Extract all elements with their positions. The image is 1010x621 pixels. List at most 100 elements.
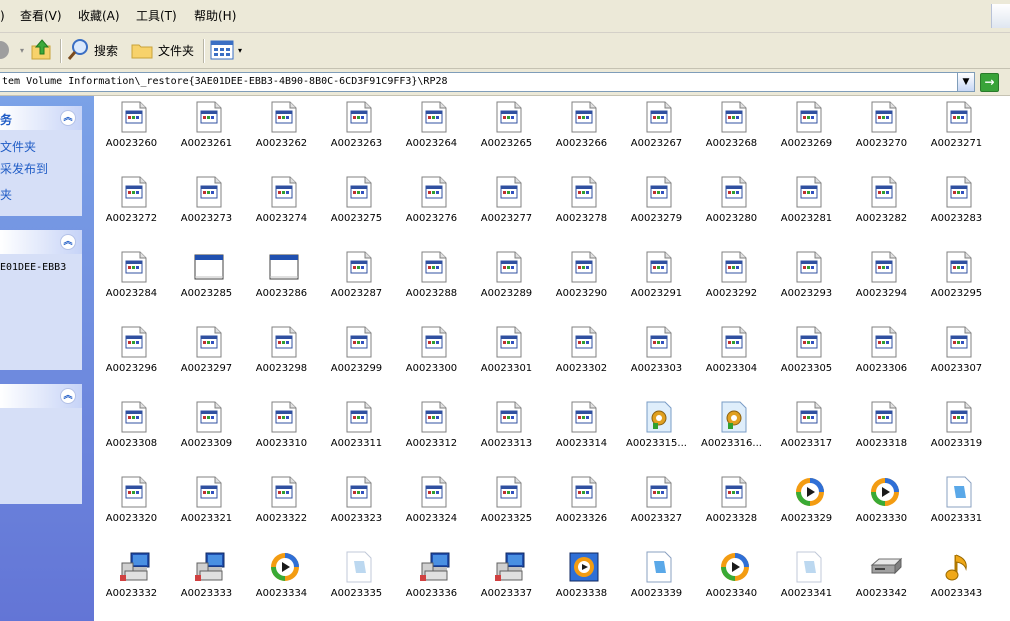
forward-button[interactable]: ▾ <box>0 37 24 63</box>
file-item[interactable]: A0023329 <box>769 474 844 534</box>
task-link[interactable]: 文件夹 <box>0 138 36 155</box>
file-item[interactable]: A0023336 <box>394 549 469 609</box>
file-item[interactable]: A0023264 <box>394 99 469 159</box>
collapse-chevron-icon[interactable]: ︽ <box>60 110 76 126</box>
file-item[interactable]: A0023283 <box>919 174 994 234</box>
file-item[interactable]: A0023338 <box>544 549 619 609</box>
file-item[interactable]: A0023335 <box>319 549 394 609</box>
menu-view[interactable]: 查看(V) <box>20 9 62 23</box>
file-item[interactable]: A0023291 <box>619 249 694 309</box>
file-item[interactable]: A0023340 <box>694 549 769 609</box>
file-item[interactable]: A0023339 <box>619 549 694 609</box>
file-item[interactable]: A0023325 <box>469 474 544 534</box>
file-item[interactable]: A0023279 <box>619 174 694 234</box>
file-item[interactable]: A0023280 <box>694 174 769 234</box>
file-item[interactable]: A0023293 <box>769 249 844 309</box>
file-item[interactable]: A0023288 <box>394 249 469 309</box>
file-item[interactable]: A0023303 <box>619 324 694 384</box>
file-item[interactable]: A0023278 <box>544 174 619 234</box>
file-item[interactable]: A0023275 <box>319 174 394 234</box>
file-item[interactable]: A0023302 <box>544 324 619 384</box>
file-item[interactable]: A0023301 <box>469 324 544 384</box>
file-item[interactable]: A0023289 <box>469 249 544 309</box>
file-item[interactable]: A0023316... <box>694 399 769 459</box>
panel-header[interactable]: ︽ <box>0 384 82 408</box>
file-item[interactable]: A0023265 <box>469 99 544 159</box>
file-item[interactable]: A0023314 <box>544 399 619 459</box>
file-item[interactable]: A0023319 <box>919 399 994 459</box>
search-button[interactable]: 搜索 <box>66 37 118 63</box>
file-item[interactable]: A0023328 <box>694 474 769 534</box>
file-item[interactable]: A0023260 <box>94 99 169 159</box>
file-item[interactable]: A0023305 <box>769 324 844 384</box>
file-item[interactable]: A0023276 <box>394 174 469 234</box>
file-item[interactable]: A0023284 <box>94 249 169 309</box>
file-item[interactable]: A0023294 <box>844 249 919 309</box>
file-item[interactable]: A0023307 <box>919 324 994 384</box>
file-item[interactable]: A0023306 <box>844 324 919 384</box>
file-item[interactable]: A0023272 <box>94 174 169 234</box>
file-item[interactable]: A0023326 <box>544 474 619 534</box>
file-item[interactable]: A0023263 <box>319 99 394 159</box>
file-item[interactable]: A0023312 <box>394 399 469 459</box>
collapse-chevron-icon[interactable]: ︽ <box>60 234 76 250</box>
file-item[interactable]: A0023330 <box>844 474 919 534</box>
file-item[interactable]: A0023282 <box>844 174 919 234</box>
file-item[interactable]: A0023331 <box>919 474 994 534</box>
file-item[interactable]: A0023287 <box>319 249 394 309</box>
place-link[interactable]: E01DEE-EBB3 <box>0 262 66 273</box>
file-item[interactable]: A0023337 <box>469 549 544 609</box>
file-item[interactable]: A0023274 <box>244 174 319 234</box>
file-item[interactable]: A0023297 <box>169 324 244 384</box>
file-item[interactable]: A0023324 <box>394 474 469 534</box>
file-item[interactable]: A0023311 <box>319 399 394 459</box>
file-item[interactable]: A0023333 <box>169 549 244 609</box>
menu-help[interactable]: 帮助(H) <box>194 9 236 23</box>
file-item[interactable]: A0023277 <box>469 174 544 234</box>
file-item[interactable]: A0023292 <box>694 249 769 309</box>
file-item[interactable]: A0023304 <box>694 324 769 384</box>
file-item[interactable]: A0023271 <box>919 99 994 159</box>
file-item[interactable]: A0023334 <box>244 549 319 609</box>
task-link[interactable]: 采发布到 <box>0 160 48 177</box>
menu-favorites[interactable]: 收藏(A) <box>78 9 120 23</box>
collapse-chevron-icon[interactable]: ︽ <box>60 388 76 404</box>
file-item[interactable]: A0023323 <box>319 474 394 534</box>
file-item[interactable]: A0023342 <box>844 549 919 609</box>
file-item[interactable]: A0023321 <box>169 474 244 534</box>
file-item[interactable]: A0023269 <box>769 99 844 159</box>
panel-header[interactable]: 务 ︽ <box>0 106 82 130</box>
file-item[interactable]: A0023309 <box>169 399 244 459</box>
file-item[interactable]: A0023341 <box>769 549 844 609</box>
go-button[interactable]: → <box>980 72 1010 92</box>
file-item[interactable]: A0023270 <box>844 99 919 159</box>
task-link[interactable]: 夹 <box>0 186 12 203</box>
file-item[interactable]: A0023268 <box>694 99 769 159</box>
file-item[interactable]: A0023299 <box>319 324 394 384</box>
menu-tools[interactable]: 工具(T) <box>136 9 177 23</box>
file-item[interactable]: A0023313 <box>469 399 544 459</box>
file-item[interactable]: A0023343 <box>919 549 994 609</box>
file-item[interactable]: A0023320 <box>94 474 169 534</box>
file-item[interactable]: A0023285 <box>169 249 244 309</box>
views-button[interactable]: ▾ <box>210 37 242 63</box>
file-item[interactable]: A0023262 <box>244 99 319 159</box>
file-item[interactable]: A0023310 <box>244 399 319 459</box>
panel-header[interactable]: ︽ <box>0 230 82 254</box>
file-item[interactable]: A0023308 <box>94 399 169 459</box>
address-dropdown-button[interactable]: ▼ <box>957 72 975 92</box>
file-item[interactable]: A0023267 <box>619 99 694 159</box>
file-item[interactable]: A0023327 <box>619 474 694 534</box>
file-item[interactable]: A0023273 <box>169 174 244 234</box>
file-item[interactable]: A0023317 <box>769 399 844 459</box>
file-item[interactable]: A0023286 <box>244 249 319 309</box>
file-item[interactable]: A0023322 <box>244 474 319 534</box>
folders-button[interactable]: 文件夹 <box>130 37 194 63</box>
file-item[interactable]: A0023332 <box>94 549 169 609</box>
file-item[interactable]: A0023300 <box>394 324 469 384</box>
file-item[interactable]: A0023261 <box>169 99 244 159</box>
address-input[interactable]: tem Volume Information\_restore{3AE01DEE… <box>0 72 961 92</box>
file-item[interactable]: A0023295 <box>919 249 994 309</box>
up-folder-button[interactable] <box>30 37 54 63</box>
file-item[interactable]: A0023318 <box>844 399 919 459</box>
